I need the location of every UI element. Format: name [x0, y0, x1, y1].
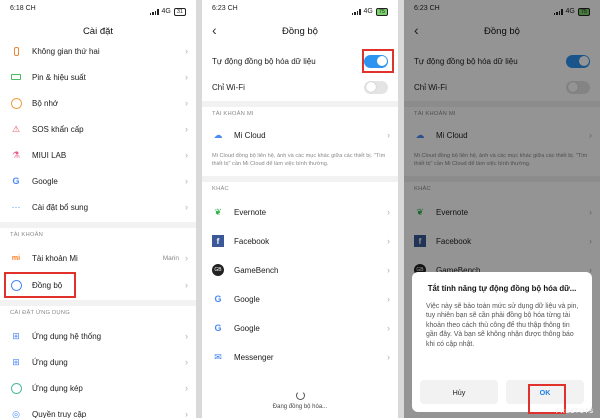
permissions-icon: ◎: [12, 408, 20, 418]
dialog-message: Việc này sẽ bảo toàn mức sử dụng dữ liệu…: [426, 303, 579, 348]
dialog-title: Tắt tính năng tự động đồng bộ hóa dữ...: [427, 284, 577, 293]
signal-icon: 4G: [363, 8, 373, 15]
facebook-icon: f: [212, 235, 224, 247]
settings-item-permissions[interactable]: ◎ Quyền truy cập ›: [0, 401, 196, 418]
toggle-highlight-box: [362, 49, 394, 73]
divider: [202, 176, 398, 182]
dual-apps-icon: [10, 382, 22, 394]
sync-screen-dialog: 6:23 CH 4G 75 ‹ Đồng bộ Tự động đồng bộ …: [404, 0, 600, 418]
apps-icon: ⊞: [12, 356, 20, 367]
messenger-icon: ✉: [214, 351, 222, 362]
evernote-icon: ❦: [214, 206, 222, 217]
status-time: 6:18 CH: [10, 5, 36, 12]
chevron-right-icon: ›: [387, 130, 390, 140]
settings-item-battery[interactable]: Pin & hiệu suất ›: [0, 64, 196, 90]
google-icon: G: [12, 176, 20, 186]
settings-screen: 6:18 CH 4G 31 Cài đặt Không gian thứ hai…: [0, 0, 196, 418]
settings-item-mi-account[interactable]: mi Tài khoản Mi Marin ›: [0, 245, 196, 271]
back-arrow-icon[interactable]: ‹: [212, 22, 217, 38]
divider: [0, 300, 196, 306]
cancel-button[interactable]: Hủy: [420, 380, 498, 404]
section-header-apps: CÀI ĐẶT ỨNG DỤNG: [10, 310, 70, 316]
chevron-right-icon: ›: [185, 176, 188, 186]
divider: [202, 101, 398, 107]
battery-icon: 31: [173, 7, 186, 16]
account-name: Marin: [162, 254, 179, 262]
system-apps-icon: ⊞: [12, 330, 20, 341]
status-time: 6:23 CH: [212, 5, 238, 12]
wifi-only-toggle[interactable]: [364, 80, 388, 94]
signal-icon: [351, 8, 361, 15]
sos-icon: ⚠: [11, 123, 21, 134]
chevron-right-icon: ›: [185, 46, 188, 56]
google-icon: G: [214, 323, 222, 333]
chevron-right-icon: ›: [185, 124, 188, 134]
syncing-indicator: Đang đồng bộ hóa...: [202, 391, 398, 410]
battery-icon: [10, 71, 22, 83]
settings-item-second-space[interactable]: Không gian thứ hai ›: [0, 38, 196, 64]
signal-icon: [149, 8, 159, 15]
gamebench-icon: GB: [212, 264, 224, 276]
mi-cloud-item[interactable]: ☁ Mi Cloud ›: [202, 122, 398, 148]
chevron-right-icon: ›: [185, 357, 188, 367]
settings-item-sos[interactable]: ⚠ SOS khẩn cấp ›: [0, 116, 196, 142]
settings-item-google[interactable]: G Google ›: [0, 168, 196, 194]
settings-item-dual-apps[interactable]: Ứng dụng kép ›: [0, 375, 196, 401]
settings-item-apps[interactable]: ⊞ Ứng dụng ›: [0, 349, 196, 375]
more-icon: ···: [11, 202, 21, 212]
chevron-right-icon: ›: [387, 294, 390, 304]
section-header-mi-account: TÀI KHOẢN MI: [212, 111, 254, 117]
wifi-only-row[interactable]: Chỉ Wi-Fi: [202, 74, 398, 100]
settings-item-additional[interactable]: ··· Cài đặt bổ sung ›: [0, 194, 196, 220]
settings-item-storage[interactable]: Bộ nhớ ›: [0, 90, 196, 116]
chevron-right-icon: ›: [387, 207, 390, 217]
cloud-icon: ☁: [213, 129, 223, 140]
google-icon: G: [214, 294, 222, 304]
chevron-right-icon: ›: [387, 236, 390, 246]
signal-icon: 4G: [161, 8, 171, 15]
chevron-right-icon: ›: [185, 202, 188, 212]
mi-cloud-note: Mi Cloud đồng bộ liên hệ, ảnh và các mục…: [212, 153, 386, 167]
sync-screen: 6:23 CH 4G 75 ‹ Đồng bộ Tự động đồng bộ …: [202, 0, 398, 418]
sync-item-google[interactable]: G Google ›: [202, 315, 398, 341]
battery-icon: 75: [375, 7, 388, 16]
chevron-right-icon: ›: [185, 383, 188, 393]
chevron-right-icon: ›: [185, 331, 188, 341]
sync-highlight-box: [4, 272, 76, 298]
chevron-right-icon: ›: [387, 323, 390, 333]
chevron-right-icon: ›: [387, 352, 390, 362]
chevron-right-icon: ›: [185, 280, 188, 290]
sync-item-facebook[interactable]: f Facebook ›: [202, 228, 398, 254]
chevron-right-icon: ›: [185, 409, 188, 418]
section-header-account: TÀI KHOẢN: [10, 232, 44, 238]
chevron-right-icon: ›: [185, 253, 188, 263]
divider: [0, 222, 196, 228]
sync-item-google[interactable]: G Google ›: [202, 286, 398, 312]
chevron-right-icon: ›: [185, 98, 188, 108]
storage-icon: [10, 97, 22, 109]
lab-icon: ⚗: [11, 149, 21, 160]
chevron-right-icon: ›: [387, 265, 390, 275]
mi-icon: mi: [11, 254, 21, 262]
status-bar: 6:18 CH 4G 31: [0, 0, 196, 18]
page-title: ‹ Đồng bộ: [212, 22, 318, 38]
chevron-right-icon: ›: [185, 150, 188, 160]
settings-item-miui-lab[interactable]: ⚗ MIUI LAB ›: [0, 142, 196, 168]
second-space-icon: [10, 45, 22, 57]
sync-item-evernote[interactable]: ❦ Evernote ›: [202, 199, 398, 225]
spinner-icon: [295, 391, 305, 400]
chevron-right-icon: ›: [185, 72, 188, 82]
sync-item-gamebench[interactable]: GB GameBench ›: [202, 257, 398, 283]
watermark: FREETUTS: [555, 409, 594, 415]
section-header-other: KHÁC: [212, 186, 229, 192]
settings-item-system-apps[interactable]: ⊞ Ứng dụng hệ thống ›: [0, 323, 196, 349]
sync-item-messenger[interactable]: ✉ Messenger ›: [202, 344, 398, 370]
status-bar: 6:23 CH 4G 75: [202, 0, 398, 18]
